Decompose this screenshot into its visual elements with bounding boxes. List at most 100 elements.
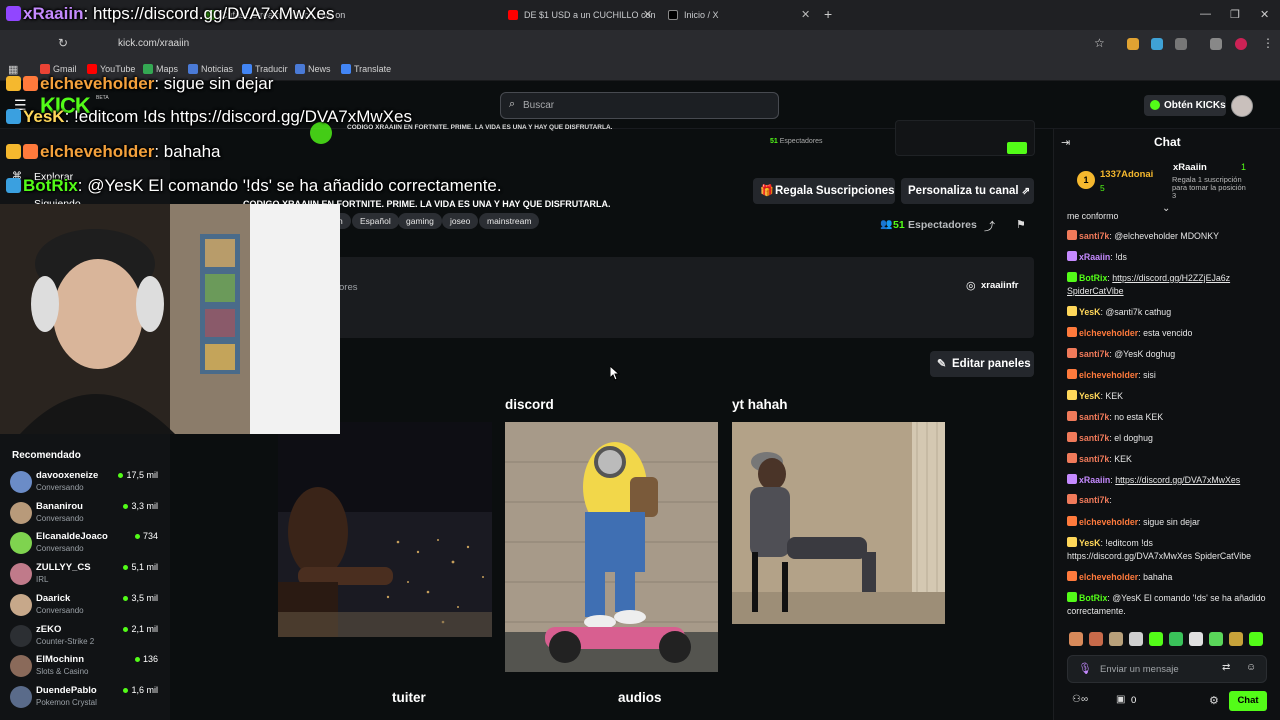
chat-text: esta vencido [1143, 328, 1193, 338]
chat-message: YesK: !editcom !ds https://discord.gg/DV… [1067, 537, 1252, 561]
panel-image-city[interactable] [278, 422, 492, 637]
maximize-icon[interactable]: ❐ [1230, 8, 1240, 21]
chat-username[interactable]: xRaaiin [1079, 252, 1110, 262]
bookmark-star-icon[interactable]: ☆ [1094, 36, 1105, 50]
emote-icon[interactable] [1149, 632, 1163, 646]
chevron-down-icon[interactable]: ⌄ [1162, 203, 1170, 214]
panel-title-discord: discord [505, 397, 554, 412]
chat-settings-gear-icon[interactable]: ⚙ [1209, 694, 1219, 707]
recommended-channel[interactable]: Daarick Conversando 3,5 mil [10, 591, 168, 620]
emoji-icon[interactable]: ☺ [1246, 662, 1256, 673]
tab-cuchillo[interactable]: DE $1 USD a un CUCHILLO con [508, 4, 658, 26]
chat-text: el doghug [1114, 433, 1153, 443]
chat-username[interactable]: santi7k [1079, 454, 1109, 464]
chat-username[interactable]: santi7k [1079, 433, 1109, 443]
chat-username[interactable]: elcheveholder [1079, 328, 1138, 338]
chat-text: @YesK doghug [1114, 349, 1176, 359]
user-avatar[interactable] [1231, 95, 1253, 117]
chat-username[interactable]: YesK [1079, 538, 1101, 548]
emote-icon[interactable] [1209, 632, 1223, 646]
channel-points-icon[interactable]: ⚇∞ [1072, 694, 1088, 705]
instagram-icon[interactable]: ◎ [966, 279, 976, 292]
panel-image-discord[interactable] [505, 422, 718, 672]
extension-icon[interactable] [1127, 38, 1139, 50]
chat-username[interactable]: xRaaiin [1079, 475, 1110, 485]
minimize-icon[interactable]: — [1200, 8, 1211, 20]
recommended-channel[interactable]: Bananirou Conversando 3,3 mil [10, 499, 168, 528]
chat-username[interactable]: santi7k [1079, 349, 1109, 359]
chat-username[interactable]: elcheveholder [1079, 572, 1138, 582]
panel-title-yt: yt hahah [732, 397, 788, 412]
recommended-channel[interactable]: ElMochinn Slots & Casino 136 [10, 652, 168, 681]
chat-username[interactable]: santi7k [1079, 231, 1109, 241]
emote-icon[interactable] [1229, 632, 1243, 646]
tag-joseo[interactable]: joseo [442, 213, 479, 229]
recommended-channel[interactable]: davooxeneize Conversando 17,5 mil [10, 468, 168, 497]
chat-message: santi7k: no esta KEK [1067, 411, 1267, 424]
reading-list-icon[interactable] [1210, 38, 1222, 50]
new-tab-icon[interactable]: + [824, 6, 832, 22]
bookmark-maps[interactable]: Maps [143, 64, 178, 74]
chat-link[interactable]: https://discord.gg/DVA7xMwXes [1115, 475, 1240, 485]
gift-subs-button[interactable]: 🎁 Regala Suscripciones [753, 178, 895, 204]
emote-icon[interactable] [1069, 632, 1083, 646]
emote-icon[interactable] [1109, 632, 1123, 646]
customize-channel-button[interactable]: Personaliza tu canal ⇗ [901, 178, 1034, 204]
menu-dots-icon[interactable]: ⋮ [1262, 36, 1274, 50]
pencil-icon: ✎ [937, 358, 947, 370]
bookmark-news[interactable]: News [295, 64, 331, 74]
share-icon[interactable]: ⤴ [984, 218, 995, 234]
chat-username[interactable]: santi7k [1079, 412, 1109, 422]
recommended-channel[interactable]: ElcanaldeJoaco Conversando 734 [10, 529, 168, 558]
url-text[interactable]: kick.com/xraaiin [118, 38, 189, 49]
collapse-chat-icon[interactable]: ⇥ [1061, 136, 1070, 149]
bookmark-noticias[interactable]: Noticias [188, 64, 233, 74]
address-bar[interactable] [0, 30, 1280, 59]
emote-icon[interactable] [1169, 632, 1183, 646]
bookmark-gmail[interactable]: Gmail [40, 64, 77, 74]
recommended-channel[interactable]: ZULLYY_CS IRL 5,1 mil [10, 560, 168, 589]
extension-icon[interactable] [1151, 38, 1163, 50]
extensions-puzzle-icon[interactable] [1175, 38, 1187, 50]
close-window-icon[interactable]: ✕ [1260, 8, 1269, 21]
chat-username[interactable]: BotRix [1079, 593, 1107, 603]
bookmark-translate[interactable]: Translate [341, 64, 391, 74]
bookmark-youtube[interactable]: YouTube [87, 64, 135, 74]
panel-image-yt[interactable] [732, 422, 945, 624]
chat-username[interactable]: YesK [1079, 391, 1101, 401]
tag-mainstream[interactable]: mainstream [479, 213, 540, 229]
emote-icon[interactable] [1129, 632, 1143, 646]
search-icon: ⌕ [509, 98, 516, 110]
sub-badge-icon [23, 76, 38, 91]
emote-icon[interactable] [1249, 632, 1263, 646]
tab-x[interactable]: Inicio / X [668, 4, 808, 26]
instagram-handle[interactable]: xraaiinfr [981, 280, 1019, 291]
chat-input[interactable]: 🎙 Enviar un mensaje ⇄ ☺ [1067, 655, 1267, 683]
gift-box-icon[interactable]: ▣ [1116, 694, 1125, 705]
emote-icon[interactable] [1089, 632, 1103, 646]
recommended-channel[interactable]: zEKO Counter-Strike 2 2,1 mil [10, 622, 168, 651]
chat-send-button[interactable]: Chat [1229, 691, 1267, 711]
chat-username[interactable]: elcheveholder [1079, 517, 1138, 527]
avatar [10, 655, 32, 678]
translate-icon[interactable]: ⇄ [1222, 662, 1230, 673]
edit-panels-button[interactable]: ✎ Editar paneles [930, 351, 1034, 377]
reload-icon[interactable]: ↻ [58, 36, 68, 50]
chat-username[interactable]: YesK [1079, 307, 1101, 317]
close-tab-icon[interactable]: ✕ [801, 8, 810, 21]
get-kicks-button[interactable]: Obtén KICKs [1144, 95, 1226, 116]
search-input[interactable]: ⌕ Buscar [500, 92, 779, 119]
tag-espanol[interactable]: Español [352, 213, 399, 229]
emote-icon[interactable] [1189, 632, 1203, 646]
chat-title: Chat [1154, 135, 1181, 149]
chat-username[interactable]: BotRix [1079, 273, 1107, 283]
youtube-icon [87, 64, 97, 74]
chat-username[interactable]: santi7k [1079, 495, 1109, 505]
tag-gaming[interactable]: gaming [398, 213, 442, 229]
recommended-channel[interactable]: DuendePablo Pokemon Crystal 1,6 mil [10, 683, 168, 712]
profile-icon[interactable] [1235, 38, 1247, 50]
chat-username[interactable]: elcheveholder [1079, 370, 1138, 380]
bookmark-traducir[interactable]: Traducir [242, 64, 288, 74]
close-tab-icon[interactable]: ✕ [643, 8, 652, 21]
report-icon[interactable]: ⚑ [1016, 218, 1026, 231]
